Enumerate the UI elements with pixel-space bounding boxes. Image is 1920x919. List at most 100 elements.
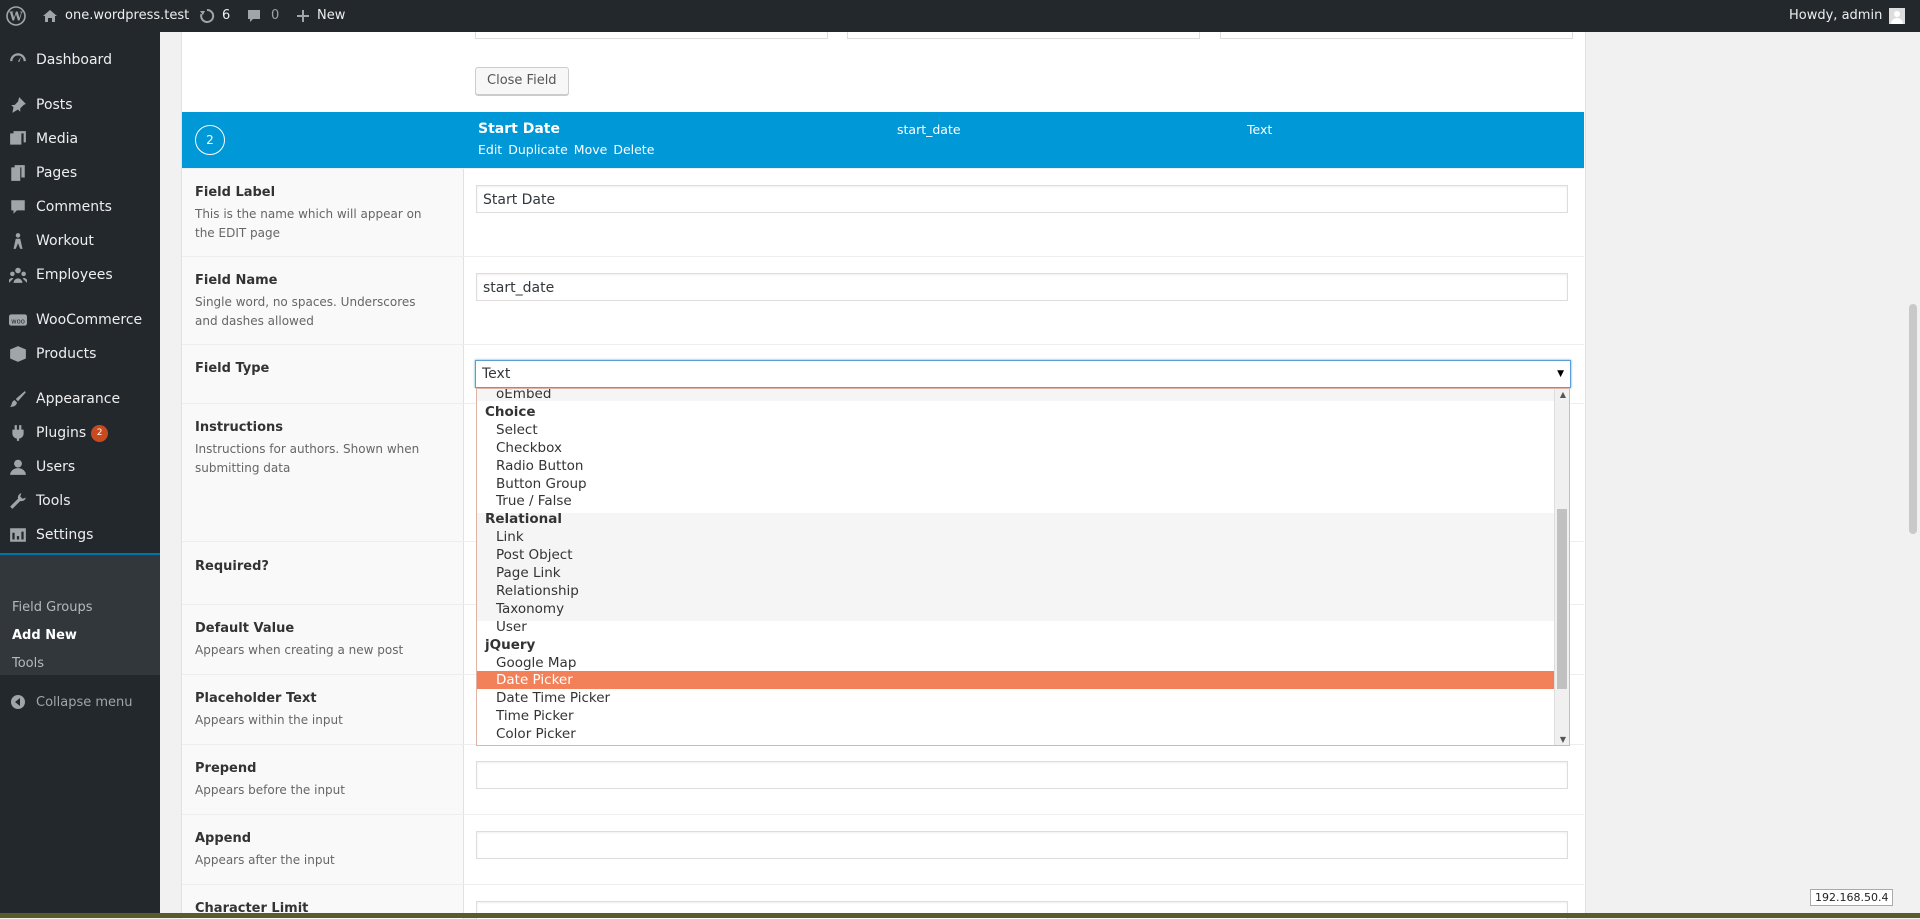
previous-field-input[interactable] [847, 32, 1200, 39]
submenu-field-groups[interactable]: Field Groups [12, 600, 93, 615]
append-input[interactable] [476, 831, 1568, 859]
sidebar-item-label: Users [36, 459, 76, 475]
updates-link[interactable]: 6 [199, 0, 230, 32]
edit-field-link[interactable]: Edit [478, 142, 502, 157]
scroll-up-icon[interactable]: ▲ [1560, 390, 1566, 399]
field-name-input[interactable]: start_date [476, 273, 1568, 301]
dropdown-option[interactable]: Button Group [477, 475, 1556, 493]
avatar [1889, 8, 1906, 24]
svg-text:woo: woo [11, 317, 25, 325]
field-type-select[interactable]: Text ▼ [475, 360, 1571, 388]
prepend-label: Prepend [195, 761, 257, 776]
move-field-link[interactable]: Move [574, 142, 608, 157]
dropdown-option[interactable]: Select [477, 421, 1556, 439]
field-header-type: Text [1247, 122, 1273, 137]
sidebar-item-media[interactable]: Media [0, 122, 160, 156]
sidebar-item-label: Pages [36, 165, 78, 181]
sidebar-item-settings[interactable]: Settings [0, 518, 160, 552]
dropdown-option[interactable]: True / False [477, 492, 1556, 510]
updates-count: 6 [222, 8, 231, 23]
field-type-dropdown[interactable]: oEmbed Choice Select Checkbox Radio Button Bu… [476, 388, 1570, 746]
sidebar-item-label: Posts [36, 97, 73, 113]
required-label: Required? [195, 559, 269, 574]
dropdown-optgroup-label: Choice [485, 403, 536, 420]
new-label: New [317, 8, 346, 23]
field-name-row: Field Name Single word, no spaces. Under… [182, 256, 1584, 345]
previous-field-input[interactable] [1220, 32, 1573, 39]
field-label-input[interactable]: Start Date [476, 185, 1568, 213]
sidebar-item-dashboard[interactable]: Dashboard [0, 43, 160, 77]
page-scroll-thumb[interactable] [1909, 304, 1917, 534]
dropdown-option[interactable]: Color Picker [477, 725, 1556, 743]
collapse-menu-button[interactable]: Collapse menu [0, 690, 160, 714]
sidebar-item-posts[interactable]: Posts [0, 88, 160, 122]
placeholder-label-col: Placeholder Text Appears within the inpu… [182, 675, 464, 745]
wordpress-logo-icon[interactable]: W [6, 0, 26, 32]
prepend-input[interactable] [476, 761, 1568, 789]
dropdown-option[interactable]: Google Map [477, 654, 1556, 672]
dropdown-option[interactable]: Page Link [477, 564, 1556, 582]
delete-field-link[interactable]: Delete [613, 142, 654, 157]
dropdown-optgroup-label: Relational [485, 511, 562, 528]
instructions-desc: Instructions for authors. Shown when sub… [195, 442, 420, 475]
sidebar-item-label: Workout [36, 233, 94, 249]
pages-icon [0, 164, 36, 182]
sidebar-item-label: Plugins [36, 425, 87, 441]
dropdown-option[interactable]: Date Time Picker [477, 689, 1556, 707]
field-header-label[interactable]: Start Date [478, 121, 560, 137]
sidebar-item-workout[interactable]: Workout [0, 224, 160, 258]
collapse-arrow-icon [0, 694, 36, 710]
settings-icon [0, 526, 36, 544]
dropdown-scroll-thumb[interactable] [1557, 509, 1567, 689]
field-name-desc: Single word, no spaces. Underscores and … [195, 295, 416, 328]
sidebar-item-label: Comments [36, 199, 112, 215]
dropdown-scrollbar[interactable]: ▲ ▼ [1554, 389, 1569, 745]
placeholder-label: Placeholder Text [195, 691, 317, 706]
plus-icon [296, 9, 310, 23]
page-scrollbar[interactable] [1905, 32, 1920, 918]
sidebar-item-products[interactable]: Products [0, 337, 160, 371]
sidebar-item-label: Dashboard [36, 52, 112, 68]
duplicate-field-link[interactable]: Duplicate [508, 142, 568, 157]
dropdown-option[interactable]: Radio Button [477, 457, 1556, 475]
sidebar-item-label: Appearance [36, 391, 121, 407]
dropdown-option[interactable]: Taxonomy [477, 600, 1556, 618]
sidebar-item-plugins[interactable]: Plugins 2 [0, 416, 160, 450]
sidebar-item-pages[interactable]: Pages [0, 156, 160, 190]
plugin-icon [0, 424, 36, 442]
sidebar-item-label: WooCommerce [36, 312, 143, 328]
sidebar-item-appearance[interactable]: Appearance [0, 382, 160, 416]
close-field-button[interactable]: Close Field [475, 67, 569, 95]
site-name-link[interactable]: one.wordpress.test [42, 0, 189, 32]
dropdown-option-highlighted[interactable]: Date Picker [477, 671, 1556, 690]
dropdown-option[interactable]: Time Picker [477, 707, 1556, 725]
dropdown-option[interactable]: Post Object [477, 546, 1556, 564]
new-content-link[interactable]: New [296, 0, 345, 32]
comments-link[interactable]: 0 [246, 0, 279, 32]
dropdown-option[interactable]: Checkbox [477, 439, 1556, 457]
append-label-col: Append Appears after the input [182, 815, 464, 885]
scroll-down-icon[interactable]: ▼ [1560, 735, 1566, 744]
field-type-label: Field Type [195, 361, 270, 376]
submenu-add-new[interactable]: Add New [12, 628, 77, 643]
my-account-link[interactable]: Howdy, admin [1789, 0, 1906, 32]
field-header-name: start_date [897, 122, 961, 137]
previous-field-input[interactable] [475, 32, 828, 39]
append-desc: Appears after the input [195, 853, 335, 867]
sidebar-item-tools[interactable]: Tools [0, 484, 160, 518]
dropdown-option[interactable]: Relationship [477, 582, 1556, 600]
users-icon [0, 458, 36, 476]
dropdown-option[interactable]: oEmbed [477, 389, 1556, 403]
field-header-row[interactable]: 2 Start Date Edit Duplicate Move Delete sta… [182, 112, 1584, 168]
sidebar-item-employees[interactable]: Employees [0, 258, 160, 292]
dropdown-optgroup-label: jQuery [485, 636, 536, 653]
dropdown-option[interactable]: Link [477, 528, 1556, 546]
submenu-tools[interactable]: Tools [12, 656, 44, 671]
dropdown-option[interactable]: User [477, 618, 1556, 636]
field-label-label: Field Label [195, 185, 276, 200]
sidebar-item-users[interactable]: Users [0, 450, 160, 484]
append-row: Append Appears after the input [182, 814, 1584, 885]
comment-icon [0, 198, 36, 216]
sidebar-item-woocommerce[interactable]: woo WooCommerce [0, 303, 160, 337]
sidebar-item-comments[interactable]: Comments [0, 190, 160, 224]
